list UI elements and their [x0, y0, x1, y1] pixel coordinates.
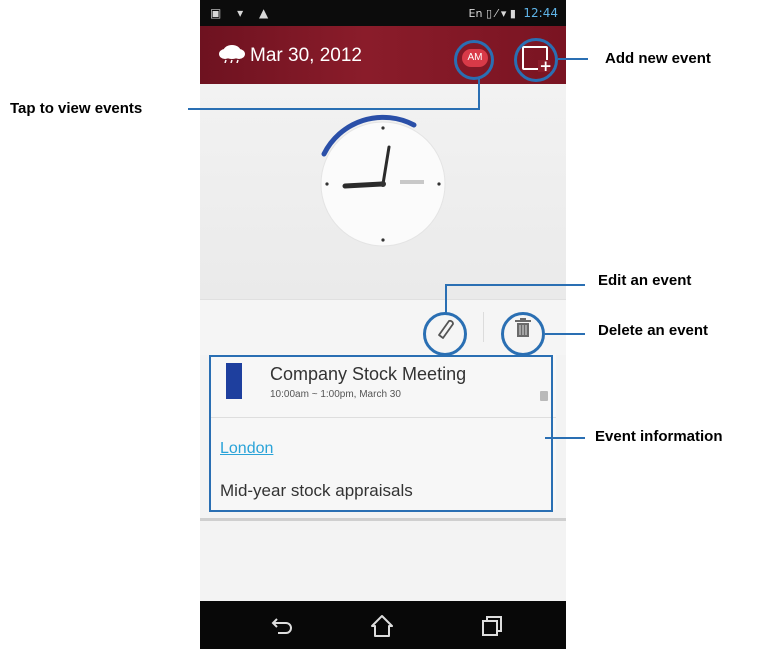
clock-area[interactable] [200, 84, 566, 299]
ampm-callout-circle [454, 40, 494, 80]
edit-callout-line-vertical [445, 284, 447, 314]
edit-an-event-label: Edit an event [598, 272, 692, 289]
back-icon[interactable] [268, 613, 294, 637]
toolbar-divider [483, 312, 484, 342]
status-left-icons: ▣ ▾ ▲ [210, 6, 275, 20]
event-info-callout-line [545, 437, 585, 439]
status-right-icons: En ▯ ⁄ ▾ ▮ 12:44 [469, 6, 558, 20]
event-information-label: Event information [595, 428, 723, 445]
navigation-bar [200, 601, 566, 649]
delete-an-event-label: Delete an event [598, 322, 709, 339]
tap-to-view-events-label: Tap to view events [10, 100, 143, 117]
edit-callout-line-horizontal [445, 284, 585, 286]
plus-icon: + [539, 57, 552, 75]
recents-icon[interactable] [478, 613, 506, 639]
status-right-icon-glyphs: En ▯ ⁄ ▾ ▮ [468, 7, 516, 20]
add-new-event-label: Add new event [605, 50, 711, 67]
cloud-icon [219, 45, 245, 63]
list-divider [200, 518, 566, 521]
event-info-callout-box [209, 355, 553, 512]
edit-callout-circle [423, 312, 467, 356]
status-time: 12:44 [523, 6, 558, 20]
ampm-callout-line-horizontal [188, 108, 480, 110]
analog-clock[interactable] [200, 84, 566, 299]
delete-callout-line [545, 333, 585, 335]
status-bar: ▣ ▾ ▲ En ▯ ⁄ ▾ ▮ 12:44 [200, 0, 566, 26]
delete-callout-circle [501, 312, 545, 356]
add-event-callout-line [558, 58, 588, 60]
current-date[interactable]: Mar 30, 2012 [250, 45, 362, 67]
home-icon[interactable] [368, 613, 396, 639]
ampm-callout-line-vertical [478, 79, 480, 109]
app-bar: Mar 30, 2012 AM + [200, 26, 566, 84]
